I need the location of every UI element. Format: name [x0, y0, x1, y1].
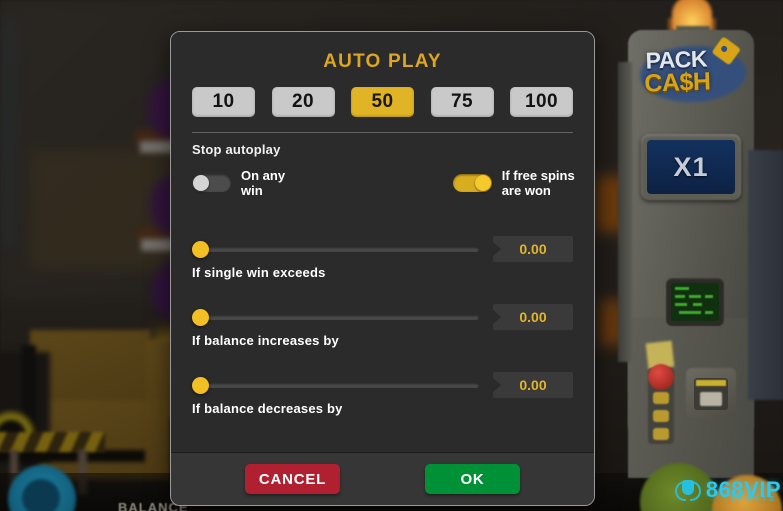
machine-side-rail: [618, 62, 632, 362]
slider-value-balance-decreases[interactable]: 0.00: [493, 372, 573, 398]
auto-play-dialog: AUTO PLAY 10 20 50 75 100 Stop autoplay …: [170, 31, 595, 506]
slider-row: 0.00: [192, 304, 573, 330]
toggle-label-on-any-win: On any win: [241, 168, 286, 198]
machine-right-panel: [748, 150, 783, 400]
slider-track[interactable]: [200, 315, 479, 320]
ok-button[interactable]: OK: [425, 464, 520, 494]
slider-single-win-exceeds: 0.00 If single win exceeds: [192, 236, 573, 286]
machine-small-button[interactable]: [653, 410, 669, 422]
cancel-button[interactable]: CANCEL: [245, 464, 340, 494]
dialog-body: AUTO PLAY 10 20 50 75 100 Stop autoplay …: [171, 32, 594, 452]
machine-small-button[interactable]: [653, 428, 669, 440]
toggle-knob: [474, 175, 491, 191]
slider-track-wrap[interactable]: [192, 240, 479, 258]
multiplier-value: X1: [673, 151, 709, 182]
spin-count-50[interactable]: 50: [351, 87, 414, 117]
slider-track[interactable]: [200, 383, 479, 388]
slider-track-wrap[interactable]: [192, 308, 479, 326]
led-row: [705, 311, 713, 314]
led-row: [675, 303, 687, 306]
dialog-title: AUTO PLAY: [323, 51, 442, 72]
stop-autoplay-label: Stop autoplay: [192, 142, 281, 157]
machine-socket-grip: [700, 392, 722, 406]
slider-handle[interactable]: [192, 309, 209, 326]
slider-track-wrap[interactable]: [192, 376, 479, 394]
toggle-switch-on-any-win[interactable]: [192, 174, 231, 192]
section-divider: [192, 132, 573, 133]
stop-conditions-row: On any win If free spins are won: [171, 157, 594, 198]
toggle-free-spins[interactable]: If free spins are won: [452, 168, 594, 198]
slider-row: 0.00: [192, 236, 573, 262]
watermark-subtext: SPORTS: [730, 496, 777, 503]
crest-icon: [674, 477, 701, 503]
slider-handle[interactable]: [192, 377, 209, 394]
logo-text-cash: CA$H: [643, 67, 711, 98]
spin-count-10[interactable]: 10: [192, 87, 255, 117]
machine-small-button[interactable]: [653, 392, 669, 404]
led-row: [679, 311, 701, 314]
led-row: [693, 303, 702, 306]
multiplier-display: X1: [647, 140, 735, 194]
toggle-knob: [193, 175, 209, 191]
spin-count-20[interactable]: 20: [271, 87, 335, 117]
slider-group: 0.00 If single win exceeds 0.00 If balan…: [171, 198, 594, 422]
led-row: [675, 295, 685, 298]
led-status-screen: [671, 283, 719, 321]
slider-row: 0.00: [192, 372, 573, 398]
slider-balance-increases: 0.00 If balance increases by: [192, 304, 573, 354]
led-row: [689, 295, 701, 298]
toggle-label-free-spins: If free spins are won: [501, 168, 575, 198]
watermark: 868VIP SPORTS: [674, 475, 781, 505]
slot-machine-art: PACK CA$H X1: [618, 0, 783, 511]
led-row: [705, 295, 713, 298]
spin-dial-center[interactable]: [22, 479, 60, 511]
slider-balance-decreases: 0.00 If balance decreases by: [192, 372, 573, 422]
pack-and-cash-logo: PACK CA$H: [639, 36, 747, 110]
slider-track[interactable]: [200, 247, 479, 252]
slider-caption-single-win: If single win exceeds: [192, 265, 326, 280]
slider-value-single-win[interactable]: 0.00: [493, 236, 573, 262]
toggle-on-any-win[interactable]: On any win: [192, 168, 288, 198]
slider-caption-balance-decreases: If balance decreases by: [192, 401, 343, 416]
led-row: [675, 287, 689, 290]
slider-value-balance-increases[interactable]: 0.00: [493, 304, 573, 330]
slider-caption-balance-increases: If balance increases by: [192, 333, 339, 348]
spin-count-group: 10 20 50 75 100: [171, 73, 594, 117]
slider-handle[interactable]: [192, 241, 209, 258]
toggle-switch-free-spins[interactable]: [452, 174, 492, 192]
dialog-footer: CANCEL OK: [171, 452, 594, 505]
emergency-stop-button[interactable]: [648, 364, 674, 390]
spin-count-100[interactable]: 100: [510, 87, 573, 117]
spin-count-75[interactable]: 75: [430, 87, 494, 117]
machine-socket-bar: [696, 380, 726, 386]
